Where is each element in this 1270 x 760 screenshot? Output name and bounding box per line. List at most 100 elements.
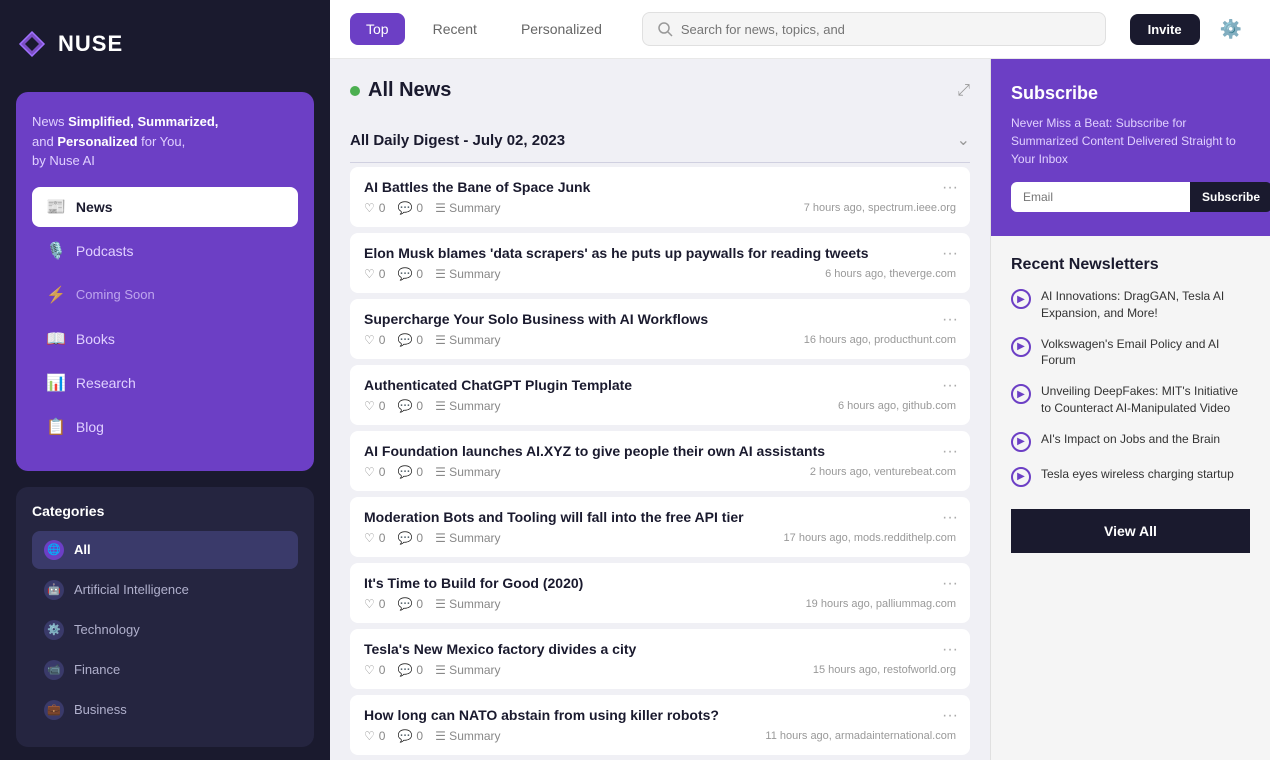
category-finance[interactable]: 📹 Finance xyxy=(32,651,298,689)
expand-icon[interactable]: ⤢ xyxy=(957,82,970,100)
like-btn-7[interactable]: ♡ 0 xyxy=(364,663,385,677)
live-indicator xyxy=(350,86,360,96)
digest-title: All Daily Digest - July 02, 2023 xyxy=(350,132,565,149)
summary-btn-6[interactable]: ☰ Summary xyxy=(435,597,500,611)
view-all-button[interactable]: View All xyxy=(1011,509,1250,553)
comment-btn-7[interactable]: 💬 0 xyxy=(397,663,423,677)
like-btn-2[interactable]: ♡ 0 xyxy=(364,333,385,347)
summary-btn-0[interactable]: ☰ Summary xyxy=(435,201,500,215)
comment-btn-2[interactable]: 💬 0 xyxy=(397,333,423,347)
summary-btn-3[interactable]: ☰ Summary xyxy=(435,399,500,413)
list-item[interactable]: ▶ Unveiling DeepFakes: MIT's Initiative … xyxy=(1011,383,1250,417)
table-row: Authenticated ChatGPT Plugin Template ♡ … xyxy=(350,365,970,425)
more-btn-3[interactable]: ··· xyxy=(942,377,958,395)
more-btn-2[interactable]: ··· xyxy=(942,311,958,329)
logo-text: NUSE xyxy=(58,31,123,57)
list-item[interactable]: ▶ Volkswagen's Email Policy and AI Forum xyxy=(1011,336,1250,370)
tagline-text2: and xyxy=(32,134,57,149)
summary-btn-4[interactable]: ☰ Summary xyxy=(435,465,500,479)
list-item[interactable]: ▶ AI's Impact on Jobs and the Brain xyxy=(1011,431,1250,452)
subscribe-button[interactable]: Subscribe xyxy=(1190,182,1270,212)
more-btn-6[interactable]: ··· xyxy=(942,575,958,593)
summary-btn-7[interactable]: ☰ Summary xyxy=(435,663,500,677)
nav-item-research[interactable]: 📊 Research xyxy=(32,363,298,403)
table-row: How long can NATO abstain from using kil… xyxy=(350,695,970,755)
table-row: AI Foundation launches AI.XYZ to give pe… xyxy=(350,431,970,491)
news-item-title-0: AI Battles the Bane of Space Junk xyxy=(364,179,956,195)
more-btn-0[interactable]: ··· xyxy=(942,179,958,197)
newsletters-title: Recent Newsletters xyxy=(1011,256,1250,274)
category-tech[interactable]: ⚙️ Technology xyxy=(32,611,298,649)
news-item-title-1: Elon Musk blames 'data scrapers' as he p… xyxy=(364,245,956,261)
tab-top[interactable]: Top xyxy=(350,13,405,45)
news-source-8: 11 hours ago, armadainternational.com xyxy=(765,730,956,742)
digest-collapse-icon[interactable]: ⌄ xyxy=(957,130,970,150)
logo-area: NUSE xyxy=(16,20,314,76)
news-item-title-8: How long can NATO abstain from using kil… xyxy=(364,707,956,723)
nav-label-research: Research xyxy=(76,375,136,391)
category-ai-label: Artificial Intelligence xyxy=(74,582,189,597)
comment-btn-5[interactable]: 💬 0 xyxy=(397,531,423,545)
news-actions-0: ♡ 0 💬 0 ☰ Summary xyxy=(364,201,501,215)
nl-arrow-icon-0: ▶ xyxy=(1011,289,1031,309)
list-item[interactable]: ▶ AI Innovations: DragGAN, Tesla AI Expa… xyxy=(1011,288,1250,322)
more-btn-4[interactable]: ··· xyxy=(942,443,958,461)
summary-btn-8[interactable]: ☰ Summary xyxy=(435,729,500,743)
news-item-meta-5: ♡ 0 💬 0 ☰ Summary 17 hours ago, mods.red… xyxy=(364,531,956,545)
tab-recent[interactable]: Recent xyxy=(417,13,493,45)
search-input[interactable] xyxy=(681,22,1091,37)
news-actions-4: ♡ 0 💬 0 ☰ Summary xyxy=(364,465,501,479)
category-ai[interactable]: 🤖 Artificial Intelligence xyxy=(32,571,298,609)
news-item-title-6: It's Time to Build for Good (2020) xyxy=(364,575,956,591)
subscribe-title: Subscribe xyxy=(1011,83,1250,104)
more-btn-1[interactable]: ··· xyxy=(942,245,958,263)
news-source-5: 17 hours ago, mods.reddithelp.com xyxy=(784,532,956,544)
nav-item-podcasts[interactable]: 🎙️ Podcasts xyxy=(32,231,298,271)
list-item[interactable]: ▶ Tesla eyes wireless charging startup xyxy=(1011,466,1250,487)
summary-btn-1[interactable]: ☰ Summary xyxy=(435,267,500,281)
like-btn-4[interactable]: ♡ 0 xyxy=(364,465,385,479)
comment-btn-4[interactable]: 💬 0 xyxy=(397,465,423,479)
news-item-meta-6: ♡ 0 💬 0 ☰ Summary 19 hours ago, palliumm… xyxy=(364,597,956,611)
nl-arrow-icon-1: ▶ xyxy=(1011,337,1031,357)
tech-icon: ⚙️ xyxy=(44,620,64,640)
invite-button[interactable]: Invite xyxy=(1130,14,1200,45)
news-item-meta-7: ♡ 0 💬 0 ☰ Summary 15 hours ago, restofwo… xyxy=(364,663,956,677)
nav-item-books[interactable]: 📖 Books xyxy=(32,319,298,359)
category-business[interactable]: 💼 Business xyxy=(32,691,298,729)
comment-btn-3[interactable]: 💬 0 xyxy=(397,399,423,413)
like-btn-0[interactable]: ♡ 0 xyxy=(364,201,385,215)
news-icon: 📰 xyxy=(46,197,66,217)
nav-item-blog[interactable]: 📋 Blog xyxy=(32,407,298,447)
more-btn-8[interactable]: ··· xyxy=(942,707,958,725)
subscribe-card: Subscribe Never Miss a Beat: Subscribe f… xyxy=(991,59,1270,236)
like-btn-6[interactable]: ♡ 0 xyxy=(364,597,385,611)
like-btn-1[interactable]: ♡ 0 xyxy=(364,267,385,281)
more-btn-7[interactable]: ··· xyxy=(942,641,958,659)
comment-btn-1[interactable]: 💬 0 xyxy=(397,267,423,281)
tagline-text3: for You, xyxy=(138,134,186,149)
like-btn-3[interactable]: ♡ 0 xyxy=(364,399,385,413)
email-field[interactable] xyxy=(1011,182,1190,212)
news-actions-7: ♡ 0 💬 0 ☰ Summary xyxy=(364,663,501,677)
news-source-0: 7 hours ago, spectrum.ieee.org xyxy=(804,202,956,214)
comment-btn-6[interactable]: 💬 0 xyxy=(397,597,423,611)
comment-btn-8[interactable]: 💬 0 xyxy=(397,729,423,743)
category-finance-label: Finance xyxy=(74,662,120,677)
nav-item-news[interactable]: 📰 News xyxy=(32,187,298,227)
tab-personalized[interactable]: Personalized xyxy=(505,13,618,45)
settings-button[interactable]: ⚙️ xyxy=(1212,15,1250,44)
comment-btn-0[interactable]: 💬 0 xyxy=(397,201,423,215)
more-btn-5[interactable]: ··· xyxy=(942,509,958,527)
tagline: News Simplified, Summarized, and Persona… xyxy=(32,112,298,171)
table-row: Moderation Bots and Tooling will fall in… xyxy=(350,497,970,557)
summary-btn-2[interactable]: ☰ Summary xyxy=(435,333,500,347)
summary-btn-5[interactable]: ☰ Summary xyxy=(435,531,500,545)
table-row: AI Battles the Bane of Space Junk ♡ 0 💬 … xyxy=(350,167,970,227)
all-icon: 🌐 xyxy=(44,540,64,560)
category-all[interactable]: 🌐 All xyxy=(32,531,298,569)
sidebar-nav-card: News Simplified, Summarized, and Persona… xyxy=(16,92,314,471)
sidebar: NUSE News Simplified, Summarized, and Pe… xyxy=(0,0,330,760)
like-btn-5[interactable]: ♡ 0 xyxy=(364,531,385,545)
like-btn-8[interactable]: ♡ 0 xyxy=(364,729,385,743)
